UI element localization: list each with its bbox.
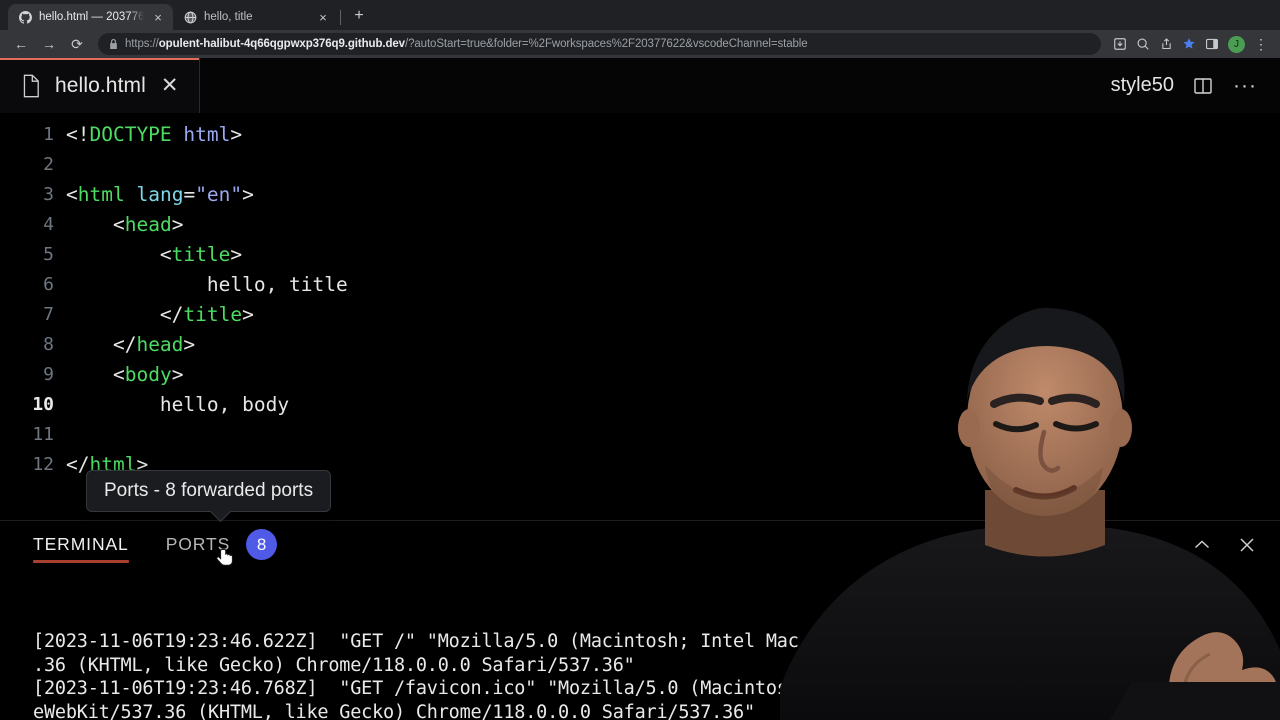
address-bar[interactable]: https://opulent-halibut-4q66qgpwxp376q9.… [98, 33, 1101, 55]
browser-tab-title: hello, title [204, 11, 253, 23]
style50-action[interactable]: style50 [1111, 74, 1174, 97]
code-line: 6 hello, title [0, 269, 1280, 299]
globe-icon [183, 10, 197, 24]
install-app-icon[interactable] [1109, 33, 1131, 55]
code-line: 5 <title> [0, 239, 1280, 269]
panel-more-button[interactable]: ··· [1144, 532, 1170, 558]
browser-tab-0[interactable]: hello.html — 20377622 [Code × [8, 4, 173, 30]
browser-tabstrip: hello.html — 20377622 [Code × hello, tit… [0, 0, 1280, 30]
tab-ports[interactable]: PORTS [166, 521, 230, 568]
avatar[interactable]: J [1228, 35, 1245, 53]
code-line: 9 <body> [0, 359, 1280, 389]
code-line: 7 </title> [0, 299, 1280, 329]
close-icon[interactable] [1234, 532, 1260, 558]
chevron-up-icon[interactable] [1189, 532, 1215, 558]
terminal-output[interactable]: [2023-11-06T19:23:46.622Z] "GET /" "Mozi… [0, 568, 1280, 720]
code-line: 3 <html lang="en"> [0, 179, 1280, 209]
screen-root: hello.html — 20377622 [Code × hello, tit… [0, 0, 1280, 720]
browser-toolbar: ← → ⟳ https://opulent-halibut-4q66qgpwxp… [0, 30, 1280, 58]
line-number: 6 [43, 273, 54, 295]
editor-tabbar-spacer [199, 58, 1111, 113]
line-number: 4 [43, 213, 54, 235]
back-button[interactable]: ← [8, 31, 34, 57]
line-number: 12 [32, 453, 54, 475]
code-line-text: <head> [112, 212, 184, 236]
ports-count-badge: 8 [246, 529, 278, 560]
code-line-text: hello, body [66, 392, 290, 416]
bookmark-star-icon[interactable] [1178, 33, 1200, 55]
line-number: 5 [43, 243, 54, 265]
code-line: 2 [0, 149, 1280, 179]
url-host: opulent-halibut-4q66qgpwxp376q9.github.d… [158, 38, 405, 50]
bottom-panel: TERMINAL PORTS 8 ··· [2023-11-06T19:23:4… [0, 520, 1280, 720]
line-number: 1 [43, 123, 54, 145]
forward-button[interactable]: → [36, 31, 62, 57]
line-number: 11 [32, 423, 54, 445]
code-line: 1 <!DOCTYPE html> [0, 119, 1280, 149]
code-line-text: hello, title [66, 272, 348, 296]
code-lines: 1 <!DOCTYPE html> 2 3 <html lang="en"> 4 <hea… [0, 119, 1280, 479]
code-line-text: <title> [159, 242, 243, 266]
reload-button[interactable]: ⟳ [64, 31, 90, 57]
line-number: 9 [43, 363, 54, 385]
code-line-text: <body> [112, 362, 184, 386]
terminal-lines: [2023-11-06T19:23:46.622Z] "GET /" "Mozi… [33, 630, 1280, 720]
code-line: 8 </head> [0, 329, 1280, 359]
new-tab-button[interactable]: + [346, 3, 372, 29]
editor-tab-hello-html[interactable]: hello.html ✕ [0, 58, 200, 113]
share-icon[interactable] [1155, 33, 1177, 55]
vscode-workbench: hello.html ✕ style50 ··· 1 <!DOCTYPE html… [0, 58, 1280, 720]
file-icon [20, 73, 42, 99]
terminal-line: .36 (KHTML, like Gecko) Chrome/118.0.0.0… [33, 654, 635, 676]
url-scheme: https:// [125, 38, 159, 50]
browser-chrome: hello.html — 20377622 [Code × hello, tit… [0, 0, 1280, 58]
browser-toolbar-actions: J ⋮ [1109, 33, 1272, 55]
code-line-text: </head> [112, 332, 196, 356]
tab-separator [340, 10, 341, 25]
trash-icon[interactable] [1099, 532, 1125, 558]
terminal-line: eWebKit/537.36 (KHTML, like Gecko) Chrom… [33, 701, 755, 720]
github-icon [18, 10, 32, 24]
search-icon[interactable] [1132, 33, 1154, 55]
split-editor-icon[interactable] [1190, 73, 1216, 99]
line-number: 3 [43, 183, 54, 205]
lock-icon [108, 39, 118, 49]
code-editor[interactable]: 1 <!DOCTYPE html> 2 3 <html lang="en"> 4 <hea… [0, 113, 1280, 526]
terminal-line: [2023-11-06T19:23:46.622Z] "GET /" "Mozi… [33, 631, 1127, 652]
more-actions-button[interactable]: ··· [1232, 73, 1258, 99]
code-line: 4 <head> [0, 209, 1280, 239]
line-number: 2 [43, 153, 54, 175]
side-panel-icon[interactable] [1201, 33, 1223, 55]
close-icon[interactable]: × [151, 10, 165, 24]
close-icon[interactable]: ✕ [161, 75, 179, 96]
browser-tab-1[interactable]: hello, title × [173, 4, 338, 30]
code-line-text: <html lang="en"> [66, 182, 254, 206]
panel-actions: ··· [1054, 521, 1260, 568]
browser-menu-button[interactable]: ⋮ [1250, 33, 1272, 55]
terminal-line: [2023-11-06T19:23:46.768Z] "GET /favicon… [33, 678, 1127, 699]
editor-actions: style50 ··· [1110, 58, 1280, 113]
code-line-text: <!DOCTYPE html> [66, 122, 243, 146]
browser-tab-title: hello.html — 20377622 [Code [39, 11, 144, 23]
url-path: /?autoStart=true&folder=%2Fworkspaces%2F… [404, 38, 808, 50]
editor-tabbar: hello.html ✕ style50 ··· [0, 58, 1280, 113]
ports-tooltip: Ports - 8 forwarded ports [86, 470, 332, 512]
line-number: 7 [43, 303, 54, 325]
line-number: 10 [32, 393, 54, 415]
tab-terminal[interactable]: TERMINAL [33, 521, 129, 568]
editor-tab-label: hello.html [55, 73, 146, 97]
code-line: 11 [0, 419, 1280, 449]
code-line-text: </title> [159, 302, 254, 326]
split-terminal-icon[interactable] [1054, 532, 1080, 558]
line-number: 8 [43, 333, 54, 355]
close-icon[interactable]: × [316, 10, 330, 24]
code-line: 10 hello, body [0, 389, 1280, 419]
address-bar-url: https://opulent-halibut-4q66qgpwxp376q9.… [125, 38, 808, 50]
panel-tabs: TERMINAL PORTS 8 ··· [0, 521, 1280, 568]
